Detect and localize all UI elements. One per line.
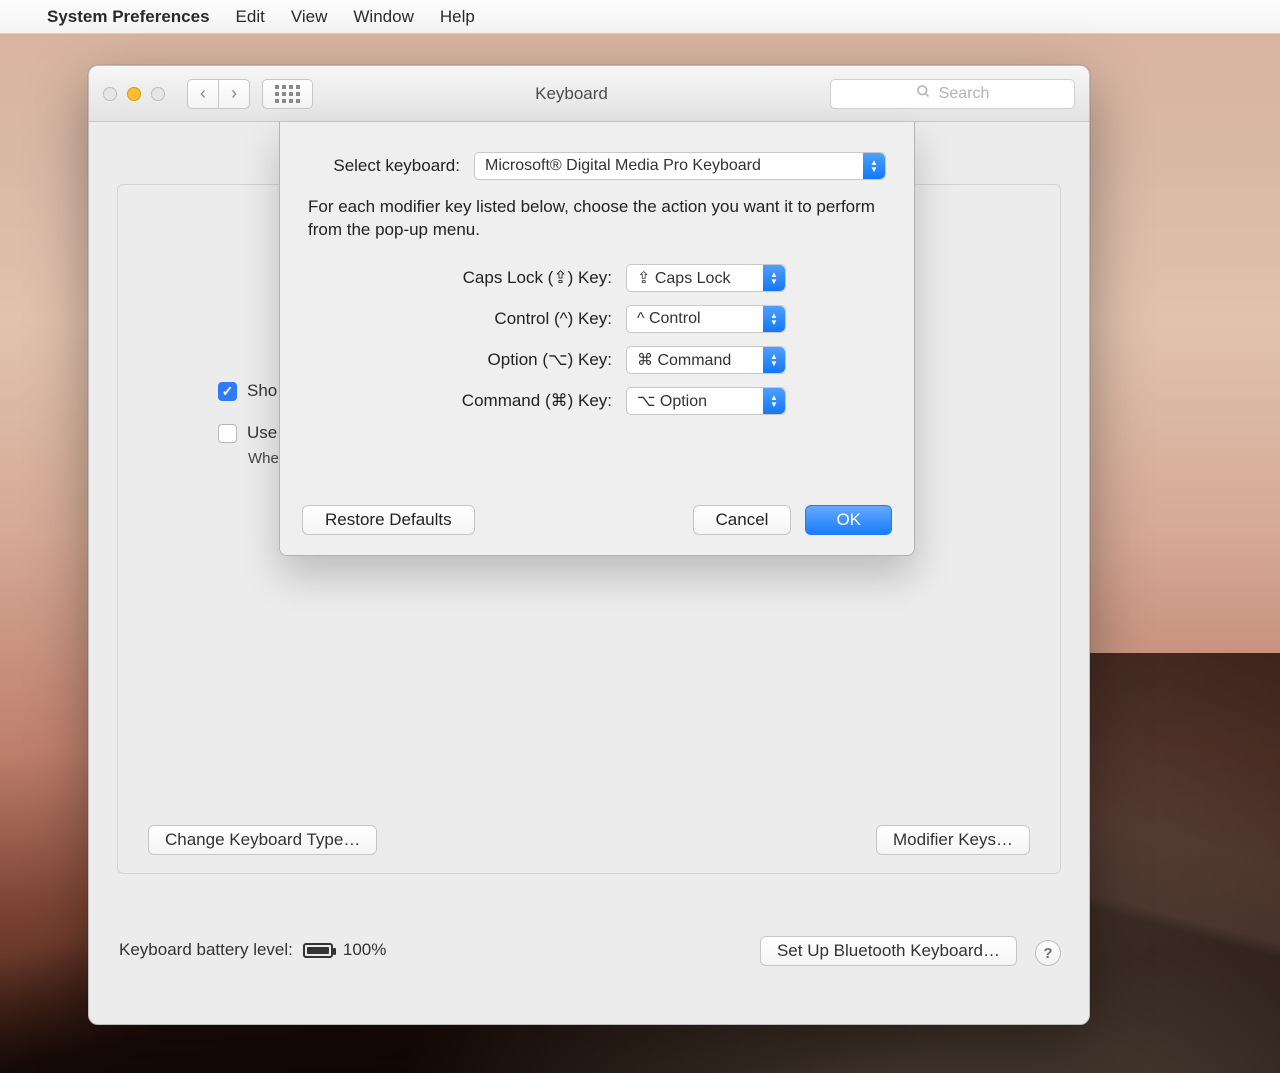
checkbox-show-label: Sho [247,381,277,401]
checkbox-icon[interactable] [218,382,237,401]
checkbox-use-row[interactable]: Use [218,423,277,443]
control-popup[interactable]: ^ Control ▲▼ [626,305,786,333]
option-row: Option (⌥) Key: ⌘ Command ▲▼ [412,346,786,374]
minimize-icon[interactable] [127,87,141,101]
setup-bluetooth-label: Set Up Bluetooth Keyboard… [777,941,1000,961]
cancel-button[interactable]: Cancel [693,505,792,535]
menu-window[interactable]: Window [353,7,413,27]
option-label: Option (⌥) Key: [412,350,612,370]
up-down-icon: ▲▼ [763,347,785,373]
help-button[interactable]: ? [1035,940,1061,966]
modifier-keys-label: Modifier Keys… [893,830,1013,850]
back-button[interactable]: ‹ [187,79,219,109]
up-down-icon: ▲▼ [763,265,785,291]
zoom-icon[interactable] [151,87,165,101]
battery-icon [303,943,333,958]
grid-icon [275,85,300,103]
select-keyboard-label: Select keyboard: [310,156,460,176]
search-placeholder: Search [939,85,990,103]
change-keyboard-type-label: Change Keyboard Type… [165,830,360,850]
up-down-icon: ▲▼ [863,153,885,179]
menu-help[interactable]: Help [440,7,475,27]
titlebar: ‹ › Keyboard Search [89,66,1089,122]
option-value: ⌘ Command [637,350,731,370]
caps-lock-value: ⇪ Caps Lock [637,268,730,288]
setup-bluetooth-keyboard-button[interactable]: Set Up Bluetooth Keyboard… [760,936,1017,966]
checkbox-use-label: Use [247,423,277,443]
ok-label: OK [836,510,861,530]
menubar: System Preferences Edit View Window Help [0,0,1280,34]
select-keyboard-value: Microsoft® Digital Media Pro Keyboard [485,157,761,175]
up-down-icon: ▲▼ [763,306,785,332]
traffic-lights [103,87,165,101]
caps-lock-label: Caps Lock (⇪) Key: [412,268,612,288]
app-menu[interactable]: System Preferences [47,7,210,27]
show-all-button[interactable] [262,79,313,109]
select-keyboard-popup[interactable]: Microsoft® Digital Media Pro Keyboard ▲▼ [474,152,886,180]
command-label: Command (⌘) Key: [412,391,612,411]
window-footer: Keyboard battery level: 100% Set Up Blue… [117,904,1061,1024]
option-popup[interactable]: ⌘ Command ▲▼ [626,346,786,374]
checkbox-icon[interactable] [218,424,237,443]
search-icon [916,84,931,104]
modifier-keys-sheet: Select keyboard: Microsoft® Digital Medi… [279,122,915,556]
checkbox-show-row[interactable]: Sho [218,381,277,401]
restore-defaults-button[interactable]: Restore Defaults [302,505,475,535]
search-input[interactable]: Search [830,79,1075,109]
battery-percent: 100% [343,940,386,960]
up-down-icon: ▲▼ [763,388,785,414]
caps-lock-popup[interactable]: ⇪ Caps Lock ▲▼ [626,264,786,292]
command-value: ⌥ Option [637,391,707,411]
cancel-label: Cancel [716,510,769,530]
command-row: Command (⌘) Key: ⌥ Option ▲▼ [412,387,786,415]
system-preferences-window: ‹ › Keyboard Search Sho Use Whe n each k… [88,65,1090,1025]
caps-lock-row: Caps Lock (⇪) Key: ⇪ Caps Lock ▲▼ [412,264,786,292]
modifier-keys-button[interactable]: Modifier Keys… [876,825,1030,855]
menu-edit[interactable]: Edit [236,7,265,27]
control-value: ^ Control [637,310,701,328]
close-icon[interactable] [103,87,117,101]
change-keyboard-type-button[interactable]: Change Keyboard Type… [148,825,377,855]
modifier-key-rows: Caps Lock (⇪) Key: ⇪ Caps Lock ▲▼ Contro… [308,264,786,415]
control-row: Control (^) Key: ^ Control ▲▼ [412,305,786,333]
window-title: Keyboard [325,84,818,104]
nav-back-forward: ‹ › [187,79,250,109]
keyboard-battery-status: Keyboard battery level: 100% [119,940,386,960]
ok-button[interactable]: OK [805,505,892,535]
menu-view[interactable]: View [291,7,328,27]
forward-button[interactable]: › [218,79,250,109]
sheet-description: For each modifier key listed below, choo… [308,196,886,242]
checkbox-use-subtext-left: Whe [248,450,279,467]
sheet-button-row: Restore Defaults Cancel OK [302,505,892,535]
control-label: Control (^) Key: [412,309,612,329]
command-popup[interactable]: ⌥ Option ▲▼ [626,387,786,415]
battery-label: Keyboard battery level: [119,940,293,960]
restore-defaults-label: Restore Defaults [325,510,452,530]
